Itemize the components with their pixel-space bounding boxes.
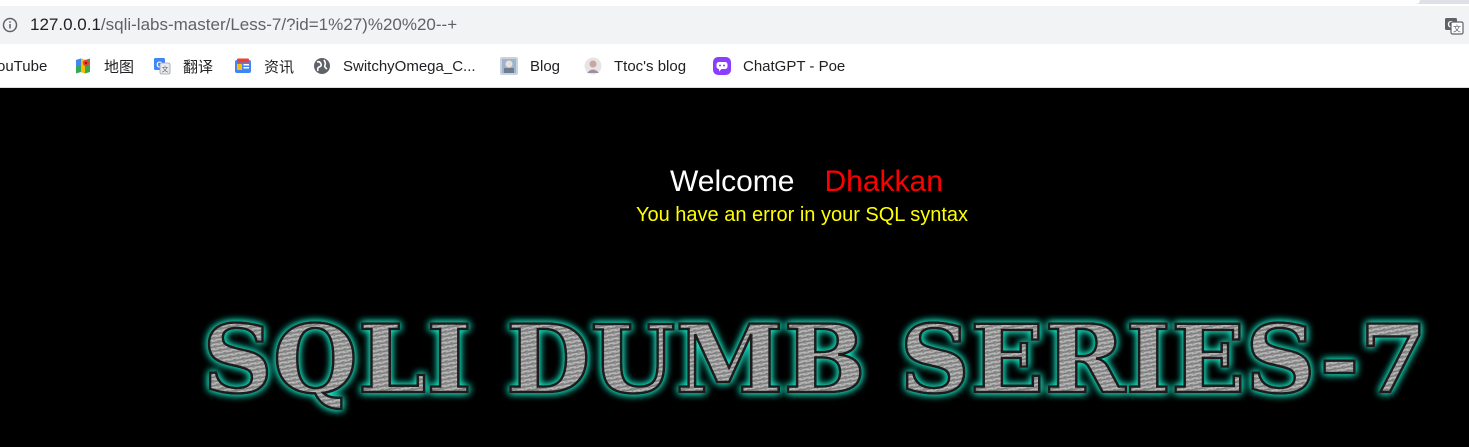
sql-error-message: You have an error in your SQL syntax <box>636 204 969 226</box>
svg-text:文: 文 <box>1453 24 1461 34</box>
globe-icon <box>314 58 330 74</box>
bookmark-translate[interactable]: G 文 翻译 <box>153 55 213 77</box>
maps-icon <box>76 58 90 74</box>
bookmark-label: Blog <box>530 57 561 75</box>
banner-text: SQLI DUMB SERIES-7 <box>203 305 1428 415</box>
blog-avatar-icon <box>500 57 518 75</box>
news-icon <box>235 58 251 73</box>
bookmark-label: ouTube <box>0 57 48 75</box>
welcome-text: Welcome <box>670 165 795 198</box>
username-text: Dhakkan <box>824 165 943 198</box>
bookmark-label: ChatGPT - Poe <box>743 57 846 75</box>
bookmark-ttoc-blog[interactable]: Ttoc's blog <box>584 55 686 77</box>
welcome-line: Welcome Dhakkan <box>670 164 943 200</box>
bookmark-label: 资讯 <box>264 58 295 76</box>
bookmark-blog[interactable]: Blog <box>500 55 560 77</box>
bookmark-label: 翻译 <box>183 58 214 76</box>
bookmark-chatgpt-poe[interactable]: ChatGPT - Poe <box>713 55 845 77</box>
series-banner-image: SQLI DUMB SERIES-7 <box>201 304 1429 417</box>
url-path: /sqli-labs-master/Less-7/?id=1%27)%20%20… <box>100 15 458 34</box>
url-host: 127.0.0.1 <box>30 15 101 34</box>
bookmark-label: 地图 <box>104 58 135 76</box>
tab-strip <box>0 0 1469 4</box>
poe-icon <box>713 57 731 75</box>
browser-chrome: 127.0.0.1/sqli-labs-master/Less-7/?id=1%… <box>0 0 1469 88</box>
bookmark-switchyomega[interactable]: SwitchyOmega_C... <box>313 55 476 77</box>
address-bar[interactable]: 127.0.0.1/sqli-labs-master/Less-7/?id=1%… <box>0 6 1469 44</box>
page-content: Welcome Dhakkan You have an error in your… <box>0 88 1469 447</box>
bookmark-label: Ttoc's blog <box>614 57 687 75</box>
translate-icon: G 文 <box>154 58 171 75</box>
active-tab-edge <box>0 0 1420 4</box>
svg-text:文: 文 <box>162 65 169 74</box>
translate-icon[interactable]: G 文 <box>1444 16 1464 36</box>
bookmark-label: SwitchyOmega_C... <box>343 57 476 75</box>
bookmark-maps[interactable]: 地图 <box>74 55 134 77</box>
bookmark-youtube[interactable]: ouTube <box>0 55 47 77</box>
bookmark-news[interactable]: 资讯 <box>234 55 294 77</box>
url-text[interactable]: 127.0.0.1/sqli-labs-master/Less-7/?id=1%… <box>30 15 457 35</box>
avatar-icon <box>584 57 602 75</box>
info-icon[interactable] <box>2 17 18 33</box>
bookmarks-bar: ouTube 地图 G 文 翻译 资讯 SwitchyOmega_C... Bl… <box>0 46 1469 88</box>
